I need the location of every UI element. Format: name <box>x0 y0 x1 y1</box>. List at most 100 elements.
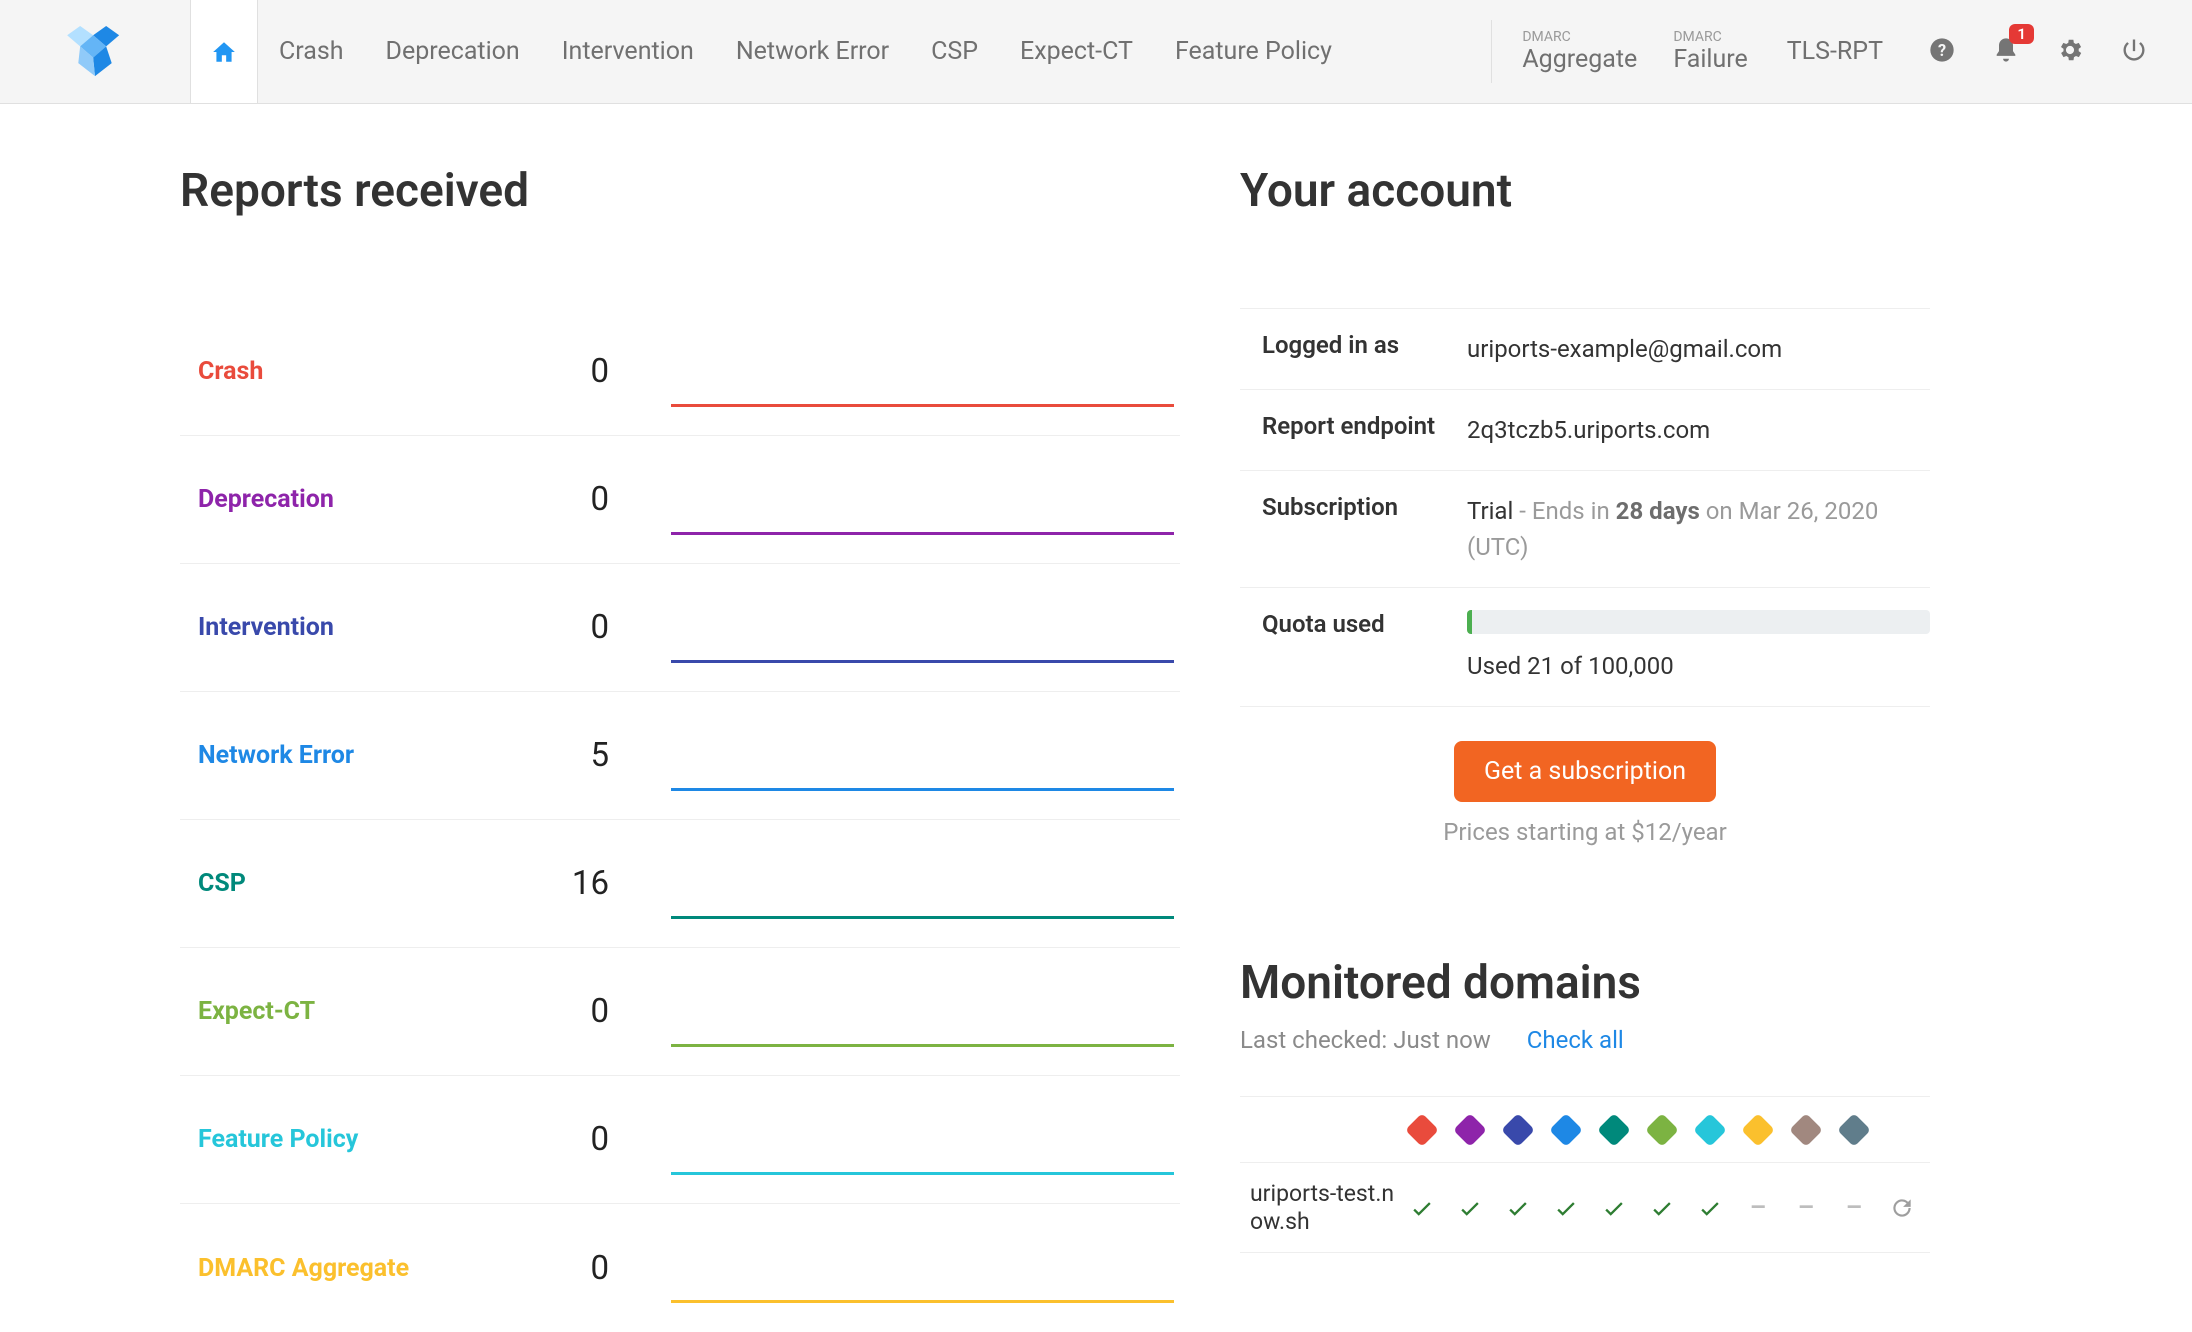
monitored-domains-table: uriports-test.now.sh – – – <box>1240 1096 1930 1253</box>
report-sparkline <box>671 627 1174 663</box>
col-header-icon <box>1398 1118 1446 1142</box>
col-header-icon <box>1446 1118 1494 1142</box>
col-header-icon <box>1734 1118 1782 1142</box>
report-count: 0 <box>543 480 617 519</box>
report-label: Deprecation <box>198 485 543 514</box>
dmarc-small-label: DMARC <box>1522 29 1637 45</box>
diamond-icon <box>1693 1113 1727 1147</box>
account-row-endpoint: Report endpoint 2q3tczb5.uriports.com <box>1240 390 1930 471</box>
monitored-domains-subtitle: Last checked: Just now Check all <box>1240 1026 1930 1054</box>
status-check-icon <box>1686 1195 1734 1221</box>
account-label: Subscription <box>1262 493 1467 565</box>
status-dash-icon: – <box>1782 1193 1830 1223</box>
reports-column: Reports received Crash 0 Deprecation 0 I… <box>180 164 1180 1332</box>
settings-icon[interactable] <box>2056 36 2084 68</box>
notification-badge: 1 <box>2009 24 2034 44</box>
tab-intervention[interactable]: Intervention <box>541 0 715 103</box>
report-sparkline <box>671 755 1174 791</box>
report-sparkline <box>671 1139 1174 1175</box>
account-label: Quota used <box>1262 610 1467 684</box>
diamond-icon <box>1501 1113 1535 1147</box>
tab-deprecation[interactable]: Deprecation <box>365 0 541 103</box>
monitored-domains-title: Monitored domains <box>1240 956 1930 1010</box>
status-dash-icon: – <box>1830 1193 1878 1223</box>
diamond-icon <box>1789 1113 1823 1147</box>
tab-network-error[interactable]: Network Error <box>715 0 910 103</box>
check-all-link[interactable]: Check all <box>1527 1026 1624 1054</box>
cta-wrap: Get a subscription Prices starting at $1… <box>1240 741 1930 846</box>
diamond-icon <box>1741 1113 1775 1147</box>
diamond-icon <box>1837 1113 1871 1147</box>
report-row-feature-policy[interactable]: Feature Policy 0 <box>180 1076 1180 1204</box>
diamond-icon <box>1453 1113 1487 1147</box>
help-icon[interactable]: ? <box>1928 36 1956 68</box>
report-count: 0 <box>543 992 617 1031</box>
tab-dmarc-failure[interactable]: DMARC Failure <box>1655 0 1765 103</box>
subscription-prefix: Ends in <box>1532 497 1616 525</box>
logo[interactable] <box>0 0 190 103</box>
col-header-icon <box>1542 1118 1590 1142</box>
quota-bar <box>1467 610 1930 634</box>
report-row-deprecation[interactable]: Deprecation 0 <box>180 436 1180 564</box>
nav-right: DMARC Aggregate DMARC Failure TLS-RPT ? … <box>1479 0 2192 103</box>
nav-divider <box>1491 20 1492 83</box>
report-sparkline <box>671 371 1174 407</box>
report-row-crash[interactable]: Crash 0 <box>180 308 1180 436</box>
refresh-domain-button[interactable] <box>1878 1195 1926 1221</box>
report-count: 0 <box>543 1249 617 1288</box>
account-title: Your account <box>1240 164 1930 218</box>
status-check-icon <box>1590 1195 1638 1221</box>
diamond-icon <box>1645 1113 1679 1147</box>
tab-tls-rpt[interactable]: TLS-RPT <box>1766 0 1904 103</box>
tab-home[interactable] <box>190 0 258 103</box>
dmarc-aggregate-label: Aggregate <box>1522 45 1637 74</box>
report-label: CSP <box>198 869 543 898</box>
col-header-icon <box>1638 1118 1686 1142</box>
get-subscription-button[interactable]: Get a subscription <box>1454 741 1716 802</box>
report-count: 0 <box>543 608 617 647</box>
tab-crash[interactable]: Crash <box>258 0 365 103</box>
status-check-icon <box>1398 1195 1446 1221</box>
status-check-icon <box>1638 1195 1686 1221</box>
dmarc-failure-label: Failure <box>1673 45 1747 74</box>
tab-dmarc-aggregate[interactable]: DMARC Aggregate <box>1504 0 1655 103</box>
col-header-icon <box>1830 1118 1878 1142</box>
svg-text:?: ? <box>1938 40 1946 59</box>
status-check-icon <box>1542 1195 1590 1221</box>
diamond-icon <box>1597 1113 1631 1147</box>
account-row-subscription: Subscription Trial - Ends in 28 days on … <box>1240 471 1930 588</box>
subscription-days: 28 days <box>1616 497 1700 525</box>
report-row-dmarc-aggregate[interactable]: DMARC Aggregate 0 <box>180 1204 1180 1332</box>
diamond-icon <box>1405 1113 1439 1147</box>
tab-csp[interactable]: CSP <box>910 0 999 103</box>
monitored-domain-row: uriports-test.now.sh – – – <box>1240 1163 1930 1253</box>
report-label: Expect-CT <box>198 997 543 1026</box>
report-row-expect-ct[interactable]: Expect-CT 0 <box>180 948 1180 1076</box>
status-check-icon <box>1446 1195 1494 1221</box>
report-row-network-error[interactable]: Network Error 5 <box>180 692 1180 820</box>
report-label: DMARC Aggregate <box>198 1254 543 1283</box>
subscription-dash: - <box>1513 497 1532 525</box>
report-label: Crash <box>198 357 543 386</box>
report-row-csp[interactable]: CSP 16 <box>180 820 1180 948</box>
reports-list: Crash 0 Deprecation 0 Intervention 0 Net… <box>180 308 1180 1332</box>
tab-expect-ct[interactable]: Expect-CT <box>999 0 1154 103</box>
col-header-icon <box>1494 1118 1542 1142</box>
nav-icons: ? 1 <box>1904 0 2192 103</box>
account-row-logged-in: Logged in as uriports-example@gmail.com <box>1240 309 1930 390</box>
col-header-icon <box>1590 1118 1638 1142</box>
account-value: Used 21 of 100,000 <box>1467 610 1930 684</box>
monitored-domain-name[interactable]: uriports-test.now.sh <box>1240 1180 1398 1235</box>
page-body: Reports received Crash 0 Deprecation 0 I… <box>0 104 2192 1332</box>
report-count: 16 <box>543 864 617 903</box>
monitored-header-row <box>1240 1097 1930 1163</box>
report-count: 5 <box>543 736 617 775</box>
notifications-icon[interactable]: 1 <box>1992 36 2020 68</box>
report-count: 0 <box>543 1120 617 1159</box>
report-count: 0 <box>543 352 617 391</box>
report-row-intervention[interactable]: Intervention 0 <box>180 564 1180 692</box>
report-sparkline <box>671 883 1174 919</box>
tab-feature-policy[interactable]: Feature Policy <box>1154 0 1353 103</box>
power-icon[interactable] <box>2120 36 2148 68</box>
col-header-icon <box>1782 1118 1830 1142</box>
